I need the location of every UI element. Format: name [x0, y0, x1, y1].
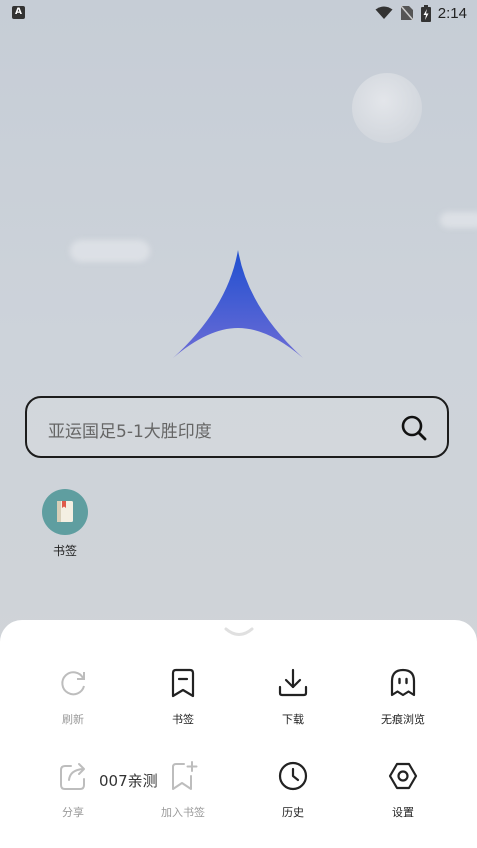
menu-share-label: 分享 — [62, 806, 84, 819]
cloud-decoration — [440, 212, 477, 228]
add-bookmark-icon — [172, 761, 198, 790]
menu-refresh[interactable]: 刷新 — [18, 667, 128, 727]
no-sim-icon — [400, 5, 414, 21]
search-input[interactable]: 亚运国足5-1大胜印度 — [48, 417, 212, 442]
search-icon[interactable] — [399, 413, 429, 443]
cloud-decoration — [70, 240, 150, 262]
wifi-icon — [375, 6, 393, 19]
moon-decoration — [352, 73, 422, 143]
menu-settings-label: 设置 — [392, 806, 414, 819]
bookmark-book-icon — [42, 489, 88, 535]
bottom-menu-sheet: 刷新 书签 下载 无痕浏览 分享 加入书签 历史 设置 007亲测 — [0, 620, 477, 848]
search-bar[interactable]: 亚运国足5-1大胜印度 — [25, 396, 449, 458]
settings-icon — [388, 762, 418, 790]
menu-download[interactable]: 下载 — [238, 667, 348, 727]
menu-bookmarks-label: 书签 — [172, 713, 194, 726]
shortcut-bookmarks-label: 书签 — [52, 544, 77, 558]
bookmark-icon — [171, 668, 195, 698]
status-bar: A 2:14 — [0, 0, 477, 26]
menu-history-label: 历史 — [282, 806, 304, 819]
ghost-icon — [390, 668, 416, 697]
battery-charging-icon — [420, 4, 431, 22]
menu-bookmarks[interactable]: 书签 — [128, 667, 238, 727]
refresh-icon — [61, 671, 85, 696]
menu-incognito-label: 无痕浏览 — [381, 713, 425, 726]
status-icons: 2:14 — [375, 3, 467, 23]
clock-icon — [278, 761, 308, 791]
shortcut-bookmarks[interactable]: 书签 — [41, 489, 89, 559]
collapse-handle-icon[interactable] — [222, 626, 256, 640]
download-icon — [278, 668, 308, 697]
app-notification-icon: A — [12, 6, 25, 19]
browser-logo — [173, 250, 303, 358]
share-icon — [60, 763, 85, 790]
menu-settings[interactable]: 设置 — [348, 760, 458, 820]
menu-add-bookmark-label: 加入书签 — [161, 806, 205, 819]
menu-incognito[interactable]: 无痕浏览 — [348, 667, 458, 727]
menu-refresh-label: 刷新 — [62, 713, 84, 726]
menu-history[interactable]: 历史 — [238, 760, 348, 820]
watermark-text: 007亲测 — [99, 772, 158, 790]
status-time: 2:14 — [437, 4, 467, 22]
menu-download-label: 下载 — [282, 713, 304, 726]
